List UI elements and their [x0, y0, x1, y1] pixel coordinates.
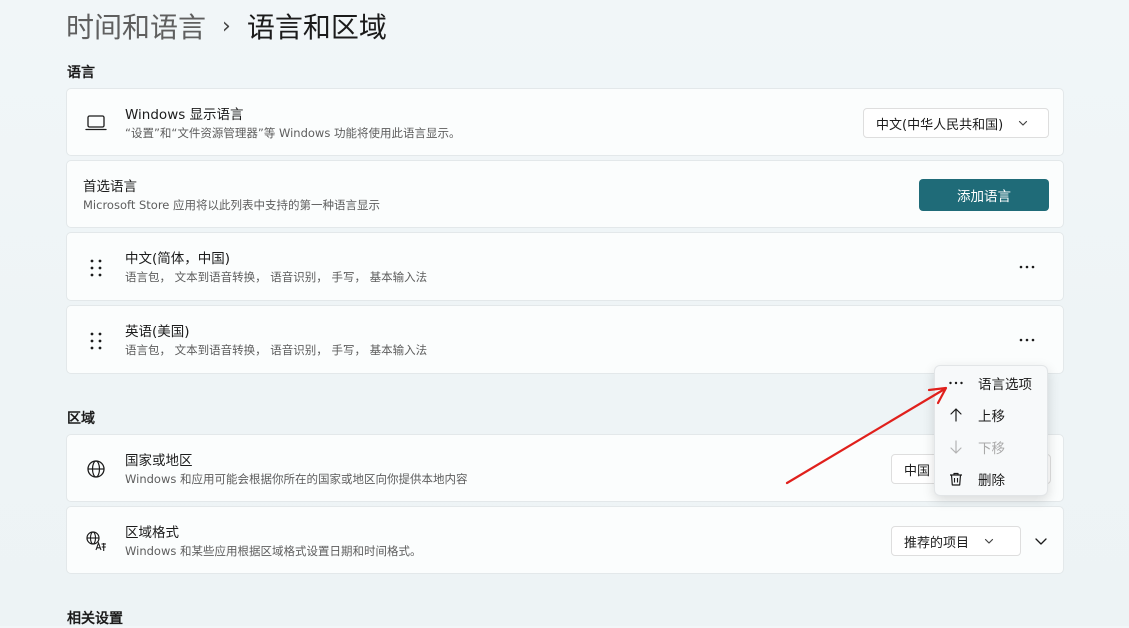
- preferred-languages-title: 首选语言: [83, 179, 137, 195]
- country-card: 国家或地区 Windows 和应用可能会根据你所在的国家或地区向你提供本地内容 …: [66, 434, 1064, 502]
- menu-item-label: 下移: [978, 441, 1005, 457]
- preferred-languages-desc: Microsoft Store 应用将以此列表中支持的第一种语言显示: [83, 198, 381, 212]
- country-value: 中国: [904, 463, 931, 479]
- globe-icon: [87, 460, 105, 478]
- menu-item-label: 删除: [978, 473, 1005, 489]
- section-title-related-settings: 相关设置: [67, 611, 123, 627]
- display-language-desc: “设置”和“文件资源管理器”等 Windows 功能将使用此语言显示。: [125, 126, 461, 140]
- country-desc: Windows 和应用可能会根据你所在的国家或地区向你提供本地内容: [125, 472, 468, 486]
- preferred-languages-card: 首选语言 Microsoft Store 应用将以此列表中支持的第一种语言显示 …: [66, 160, 1064, 228]
- language-item: 中文(简体，中国) 语言包， 文本到语音转换， 语音识别， 手写， 基本输入法: [66, 232, 1064, 301]
- trash-icon: [950, 472, 962, 486]
- add-language-button[interactable]: 添加语言: [919, 179, 1049, 211]
- language-name: 英语(美国): [125, 324, 190, 340]
- arrow-down-icon: [950, 440, 962, 454]
- language-name: 中文(简体，中国): [125, 251, 231, 267]
- breadcrumb: 时间和语言 › 语言和区域: [66, 6, 387, 46]
- regional-format-card[interactable]: 区域格式 Windows 和某些应用根据区域格式设置日期和时间格式。 推荐的项目: [66, 506, 1064, 574]
- drag-handle-icon[interactable]: [85, 257, 107, 279]
- language-context-menu: 语言选项 上移 下移 删除: [934, 365, 1048, 496]
- menu-item-label: 语言选项: [978, 377, 1032, 393]
- menu-item-remove[interactable]: 删除: [935, 464, 1047, 494]
- menu-item-move-up[interactable]: 上移: [935, 400, 1047, 430]
- regional-format-desc: Windows 和某些应用根据区域格式设置日期和时间格式。: [125, 544, 422, 558]
- language-more-button[interactable]: [1015, 328, 1039, 352]
- chevron-down-icon: [1019, 120, 1028, 126]
- menu-item-label: 上移: [978, 409, 1005, 425]
- display-language-title: Windows 显示语言: [125, 107, 244, 123]
- more-icon: [1019, 338, 1035, 342]
- expand-chevron-icon[interactable]: [1033, 533, 1049, 549]
- page-title: 语言和区域: [246, 11, 387, 44]
- regional-format-value: 推荐的项目: [904, 535, 970, 551]
- menu-item-move-down: 下移: [935, 432, 1047, 462]
- section-title-region: 区域: [67, 411, 95, 427]
- breadcrumb-parent[interactable]: 时间和语言: [66, 6, 206, 46]
- display-language-card: Windows 显示语言 “设置”和“文件资源管理器”等 Windows 功能将…: [66, 88, 1064, 156]
- language-more-button[interactable]: [1015, 255, 1039, 279]
- language-features: 语言包， 文本到语音转换， 语音识别， 手写， 基本输入法: [125, 343, 428, 357]
- menu-item-language-options[interactable]: 语言选项: [935, 368, 1047, 398]
- language-item: 英语(美国) 语言包， 文本到语音转换， 语音识别， 手写， 基本输入法: [66, 305, 1064, 374]
- arrow-up-icon: [950, 408, 962, 422]
- more-icon: [1019, 265, 1035, 269]
- regional-format-title: 区域格式: [125, 525, 179, 541]
- regional-format-dropdown[interactable]: 推荐的项目: [891, 526, 1021, 556]
- section-title-language: 语言: [67, 65, 95, 81]
- regional-format-icon: [86, 531, 106, 551]
- breadcrumb-separator: ›: [222, 13, 231, 39]
- language-features: 语言包， 文本到语音转换， 语音识别， 手写， 基本输入法: [125, 270, 428, 284]
- drag-handle-icon[interactable]: [85, 330, 107, 352]
- display-language-value: 中文(中华人民共和国): [876, 117, 1004, 133]
- more-icon: [949, 381, 963, 385]
- country-title: 国家或地区: [125, 453, 193, 469]
- chevron-down-icon: [984, 538, 994, 544]
- laptop-icon: [85, 115, 107, 131]
- display-language-dropdown[interactable]: 中文(中华人民共和国): [863, 108, 1049, 138]
